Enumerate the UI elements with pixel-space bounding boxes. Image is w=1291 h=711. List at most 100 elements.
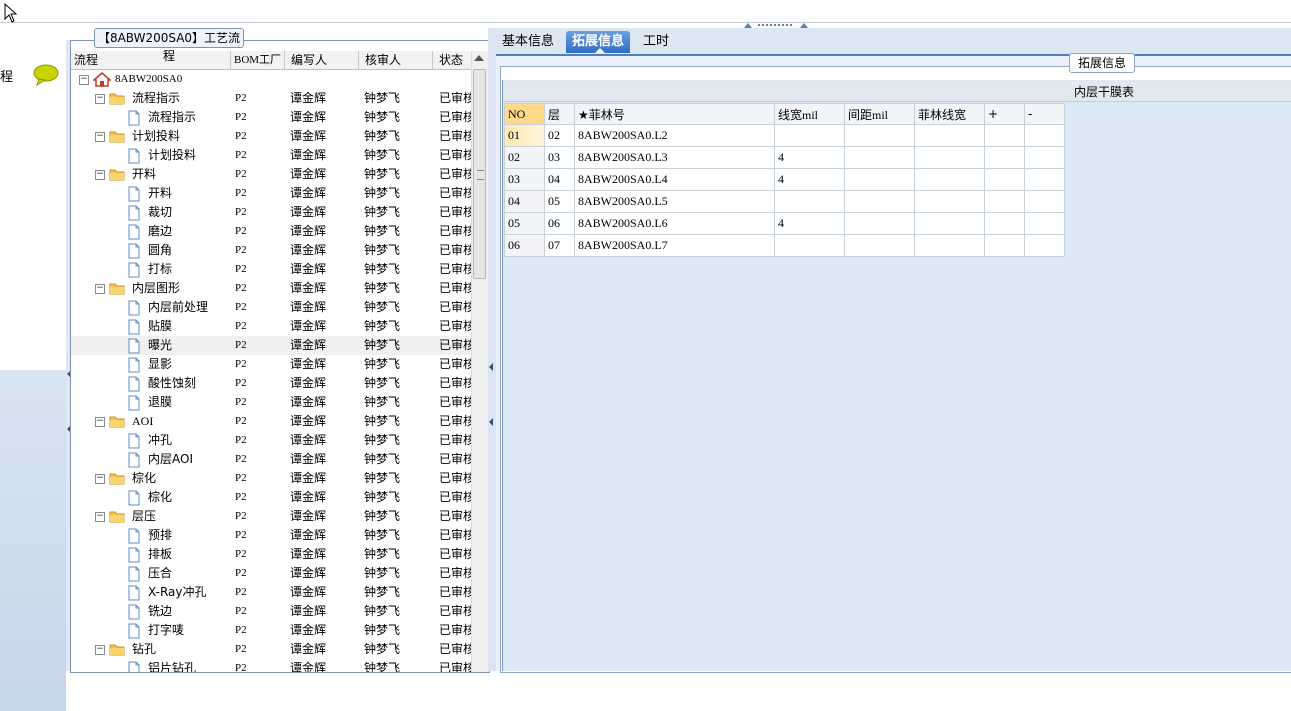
column-header-reviewer[interactable]: 核审人	[359, 51, 433, 69]
grid-column-header[interactable]: 菲林线宽	[914, 103, 985, 125]
grid-cell[interactable]	[984, 190, 1025, 213]
grid-cell[interactable]: 4	[774, 168, 845, 191]
tree-row[interactable]: 预排 P2 谭金辉 钟梦飞 已审核	[71, 526, 471, 545]
grid-cell[interactable]: 04	[504, 190, 545, 213]
collapse-toggle-icon[interactable]: −	[95, 94, 105, 104]
tree-row[interactable]: − 8ABW200SA0	[71, 70, 471, 89]
grid-cell[interactable]	[844, 212, 915, 235]
middle-splitter[interactable]	[488, 28, 496, 671]
collapse-toggle-icon[interactable]: −	[95, 417, 105, 427]
collapse-toggle-icon[interactable]: −	[79, 75, 89, 85]
grid-cell[interactable]	[984, 234, 1025, 257]
grid-cell[interactable]: 06	[544, 212, 575, 235]
tree-row[interactable]: 打标 P2 谭金辉 钟梦飞 已审核	[71, 260, 471, 279]
grid-row[interactable]: 03 04 8ABW200SA0.L4 4	[504, 168, 1065, 191]
collapse-toggle-icon[interactable]: −	[95, 132, 105, 142]
tree-row[interactable]: 磨边 P2 谭金辉 钟梦飞 已审核	[71, 222, 471, 241]
grid-column-header[interactable]: ★菲林号	[574, 103, 775, 125]
grid-cell[interactable]	[844, 168, 915, 191]
grid-column-header[interactable]: NO	[504, 103, 545, 125]
grid-column-header[interactable]: -	[1024, 103, 1065, 125]
tree-row[interactable]: − 层压 P2 谭金辉 钟梦飞 已审核	[71, 507, 471, 526]
collapse-toggle-icon[interactable]: −	[95, 645, 105, 655]
grid-cell[interactable]: 06	[504, 234, 545, 257]
grid-cell[interactable]	[1024, 234, 1065, 257]
collapse-toggle-icon[interactable]: −	[95, 170, 105, 180]
tree-row[interactable]: 棕化 P2 谭金辉 钟梦飞 已审核	[71, 488, 471, 507]
tree-row[interactable]: − 开料 P2 谭金辉 钟梦飞 已审核	[71, 165, 471, 184]
column-header-bom-factory[interactable]: BOM工厂	[231, 51, 285, 69]
grid-column-header[interactable]: +	[984, 103, 1025, 125]
tree-row[interactable]: 压合 P2 谭金辉 钟梦飞 已审核	[71, 564, 471, 583]
grid-cell[interactable]: 03	[544, 146, 575, 169]
tree-row[interactable]: 打字唛 P2 谭金辉 钟梦飞 已审核	[71, 621, 471, 640]
collapse-toggle-icon[interactable]: −	[95, 512, 105, 522]
grid-column-header[interactable]: 间距mil	[844, 103, 915, 125]
grid-cell[interactable]: 8ABW200SA0.L6	[574, 212, 775, 235]
grid-cell[interactable]	[844, 190, 915, 213]
grid-cell[interactable]: 8ABW200SA0.L2	[574, 124, 775, 147]
grid-cell[interactable]: 4	[774, 146, 845, 169]
grid-cell[interactable]	[914, 168, 985, 191]
grid-cell[interactable]	[984, 212, 1025, 235]
grid-cell[interactable]	[774, 190, 845, 213]
grid-cell[interactable]	[914, 190, 985, 213]
grid-cell[interactable]	[984, 124, 1025, 147]
tree-row[interactable]: − 内层图形 P2 谭金辉 钟梦飞 已审核	[71, 279, 471, 298]
tree-row[interactable]: 内层前处理 P2 谭金辉 钟梦飞 已审核	[71, 298, 471, 317]
collapse-toggle-icon[interactable]: −	[95, 284, 105, 294]
grid-cell[interactable]: 03	[504, 168, 545, 191]
grid-cell[interactable]: 8ABW200SA0.L4	[574, 168, 775, 191]
grid-cell[interactable]	[1024, 190, 1065, 213]
grid-cell[interactable]	[844, 124, 915, 147]
tree-row[interactable]: 曝光 P2 谭金辉 钟梦飞 已审核	[71, 336, 471, 355]
tab-basic-info[interactable]: 基本信息	[496, 31, 560, 53]
grid-cell[interactable]	[914, 234, 985, 257]
tree-row[interactable]: 显影 P2 谭金辉 钟梦飞 已审核	[71, 355, 471, 374]
tree-row[interactable]: − 棕化 P2 谭金辉 钟梦飞 已审核	[71, 469, 471, 488]
tree-row[interactable]: 流程指示 P2 谭金辉 钟梦飞 已审核	[71, 108, 471, 127]
grid-row[interactable]: 05 06 8ABW200SA0.L6 4	[504, 212, 1065, 235]
grid-cell[interactable]: 01	[504, 124, 545, 147]
tree-row[interactable]: 内层AOI P2 谭金辉 钟梦飞 已审核	[71, 450, 471, 469]
grid-cell[interactable]: 8ABW200SA0.L7	[574, 234, 775, 257]
tree-row[interactable]: 排板 P2 谭金辉 钟梦飞 已审核	[71, 545, 471, 564]
column-header-writer[interactable]: 编写人	[285, 51, 359, 69]
grid-cell[interactable]	[984, 146, 1025, 169]
grid-cell[interactable]	[1024, 146, 1065, 169]
grid-row[interactable]: 04 05 8ABW200SA0.L5	[504, 190, 1065, 213]
grid-column-header[interactable]: 层	[544, 103, 575, 125]
grid-cell[interactable]: 07	[544, 234, 575, 257]
grid-row[interactable]: 01 02 8ABW200SA0.L2	[504, 124, 1065, 147]
grid-cell[interactable]	[1024, 212, 1065, 235]
grid-cell[interactable]	[914, 146, 985, 169]
grid-row[interactable]: 02 03 8ABW200SA0.L3 4	[504, 146, 1065, 169]
tree-row[interactable]: − AOI P2 谭金辉 钟梦飞 已审核	[71, 412, 471, 431]
left-panel-label[interactable]: 程	[0, 66, 13, 85]
tree-row[interactable]: 铣边 P2 谭金辉 钟梦飞 已审核	[71, 602, 471, 621]
grid-cell[interactable]: 8ABW200SA0.L5	[574, 190, 775, 213]
tree-row[interactable]: 开料 P2 谭金辉 钟梦飞 已审核	[71, 184, 471, 203]
column-header-status[interactable]: 状态	[433, 51, 471, 69]
scroll-thumb[interactable]	[473, 69, 486, 279]
tree-row[interactable]: 计划投料 P2 谭金辉 钟梦飞 已审核	[71, 146, 471, 165]
grid-cell[interactable]	[774, 124, 845, 147]
tree-row[interactable]: 贴膜 P2 谭金辉 钟梦飞 已审核	[71, 317, 471, 336]
tree-row[interactable]: 冲孔 P2 谭金辉 钟梦飞 已审核	[71, 431, 471, 450]
tree-vertical-scrollbar[interactable]	[471, 51, 488, 672]
tree-row[interactable]: 圆角 P2 谭金辉 钟梦飞 已审核	[71, 241, 471, 260]
grid-cell[interactable]	[984, 168, 1025, 191]
grid-cell[interactable]: 4	[774, 212, 845, 235]
scroll-up-icon[interactable]	[474, 55, 484, 61]
tree-row[interactable]: − 钻孔 P2 谭金辉 钟梦飞 已审核	[71, 640, 471, 659]
grid-cell[interactable]: 05	[504, 212, 545, 235]
grid-cell[interactable]	[914, 212, 985, 235]
tree-row[interactable]: 退膜 P2 谭金辉 钟梦飞 已审核	[71, 393, 471, 412]
tree-row[interactable]: 酸性蚀刻 P2 谭金辉 钟梦飞 已审核	[71, 374, 471, 393]
grid-column-header[interactable]: 线宽mil	[774, 103, 845, 125]
tree-row[interactable]: X-Ray冲孔 P2 谭金辉 钟梦飞 已审核	[71, 583, 471, 602]
grid-cell[interactable]	[774, 234, 845, 257]
grid-cell[interactable]	[844, 234, 915, 257]
grid-cell[interactable]: 02	[504, 146, 545, 169]
chat-bubble-icon[interactable]	[33, 64, 59, 86]
